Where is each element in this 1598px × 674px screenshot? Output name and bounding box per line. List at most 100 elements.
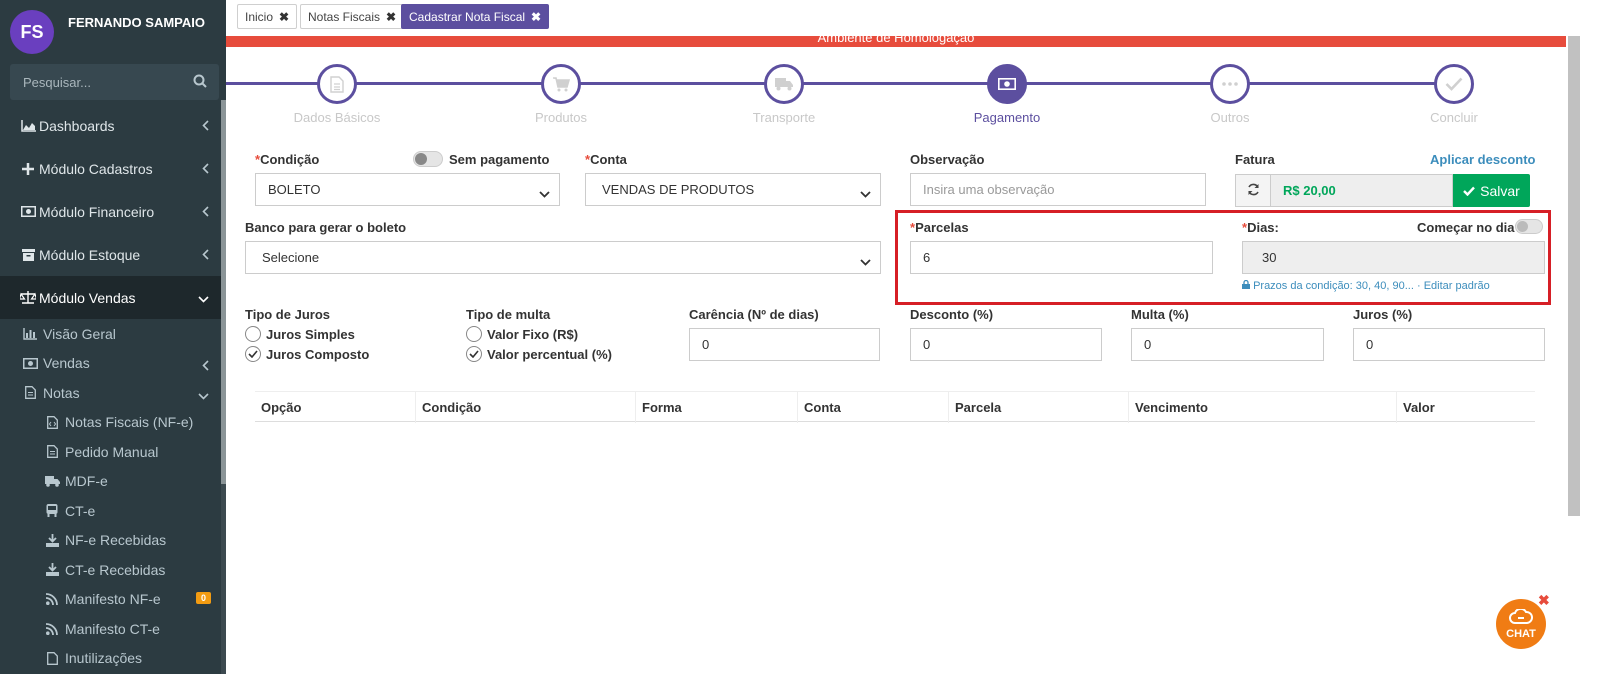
radio-valor-percentual[interactable]: Valor percentual (%) [466, 346, 612, 362]
sidebar-item-label: NF-e Recebidas [65, 532, 167, 549]
avatar[interactable]: FS [10, 10, 54, 54]
rss-icon [44, 622, 60, 635]
search-icon[interactable] [193, 74, 207, 91]
sidebar-item-manifesto-cte[interactable]: Manifesto CT-e [0, 614, 221, 644]
tab-notas-fiscais[interactable]: Notas Fiscais ✖ [300, 4, 405, 29]
page-scrollbar-thumb[interactable] [1568, 36, 1580, 516]
desconto-input[interactable]: 0 [910, 328, 1102, 361]
refresh-icon [1247, 183, 1260, 199]
step-concluir[interactable]: Concluir [1364, 64, 1544, 125]
tab-bar: Inicio ✖ Notas Fiscais ✖ Cadastrar Nota Fi… [226, 0, 1598, 36]
sidebar-item-cte[interactable]: CT-e [0, 496, 221, 526]
sidebar-item-vendas[interactable]: Módulo Vendas [0, 276, 221, 319]
step-label: Dados Básicos [293, 110, 381, 125]
column-header[interactable]: Opção [255, 392, 416, 423]
radio-juros-simples[interactable]: Juros Simples [245, 326, 355, 342]
sidebar-menu: Dashboards Módulo Cadastros Módulo Finan… [0, 104, 221, 673]
file-icon [22, 386, 38, 400]
parcelas-input[interactable]: 6 [910, 241, 1213, 274]
sidebar-item-cte-recebidas[interactable]: CT-e Recebidas [0, 555, 221, 585]
sidebar-item-cadastros[interactable]: Módulo Cadastros [0, 147, 221, 190]
sidebar-item-inutilizacoes[interactable]: Inutilizações [0, 644, 221, 674]
sidebar-item-vendas-list[interactable]: Vendas [0, 349, 221, 379]
save-button-label: Salvar [1480, 182, 1520, 199]
radio-unchecked[interactable] [245, 326, 261, 342]
carencia-input[interactable]: 0 [689, 328, 880, 361]
parcelas-label: *Parcelas [910, 220, 969, 235]
tab-cadastrar-nota-fiscal[interactable]: Cadastrar Nota Fiscal ✖ [401, 4, 550, 29]
step-pagamento[interactable]: Pagamento [917, 64, 1097, 125]
sidebar-scrollbar[interactable] [221, 100, 226, 674]
download-icon [44, 533, 60, 547]
editar-padrao-link[interactable]: Editar padrão [1424, 280, 1490, 292]
step-dados-basicos[interactable]: Dados Básicos [247, 64, 427, 125]
sidebar-item-label: Visão Geral [43, 325, 116, 342]
chevron-left-icon [202, 358, 209, 374]
step-label: Pagamento [973, 110, 1041, 125]
page-scrollbar[interactable] [1566, 36, 1598, 674]
column-header[interactable]: Vencimento [1129, 392, 1397, 423]
sidebar-item-label: Notas [43, 384, 80, 401]
column-header[interactable]: Conta [798, 392, 949, 423]
refresh-button[interactable] [1235, 174, 1271, 207]
fatura-label: Fatura [1235, 152, 1275, 167]
sidebar-item-financeiro[interactable]: Módulo Financeiro [0, 190, 221, 233]
chevron-left-icon [202, 161, 209, 177]
condicao-select[interactable]: BOLETO [255, 173, 560, 206]
tipo-multa-label: Tipo de multa [466, 307, 551, 322]
observacao-input[interactable]: Insira uma observação [910, 173, 1206, 206]
radio-unchecked[interactable] [466, 326, 482, 342]
carencia-label: Carência (Nº de dias) [689, 307, 819, 322]
file-icon [317, 64, 357, 104]
dias-input[interactable]: 30 [1242, 241, 1545, 274]
conta-select[interactable]: VENDAS DE PRODUTOS [585, 173, 881, 206]
column-header[interactable]: Condição [416, 392, 636, 423]
sidebar-item-notas-fiscais[interactable]: Notas Fiscais (NF-e) [0, 408, 221, 438]
sidebar-item-nfe-recebidas[interactable]: NF-e Recebidas [0, 526, 221, 556]
close-icon[interactable]: ✖ [1538, 592, 1550, 609]
close-icon[interactable]: ✖ [386, 10, 396, 24]
juros-input[interactable]: 0 [1353, 328, 1545, 361]
column-header[interactable]: Forma [636, 392, 798, 423]
sidebar-item-mdfe[interactable]: MDF-e [0, 467, 221, 497]
step-outros[interactable]: Outros [1140, 64, 1320, 125]
aplicar-desconto-link[interactable]: Aplicar desconto [1430, 152, 1535, 167]
column-header[interactable]: Parcela [949, 392, 1129, 423]
sidebar-item-manifesto-nfe[interactable]: Manifesto NF-e 0 [0, 585, 221, 615]
ellipsis-icon [1210, 64, 1250, 104]
observacao-label: Observação [910, 152, 985, 167]
step-transporte[interactable]: Transporte [694, 64, 874, 125]
vendas-submenu: Visão Geral Vendas Notas Notas Fiscais (… [0, 319, 221, 673]
sidebar-item-dashboards[interactable]: Dashboards [0, 104, 221, 147]
sidebar-item-notas[interactable]: Notas [0, 378, 221, 408]
radio-valor-fixo[interactable]: Valor Fixo (R$) [466, 326, 578, 342]
radio-checked-icon[interactable] [466, 346, 482, 362]
bus-icon [44, 504, 60, 518]
step-label: Transporte [752, 110, 816, 125]
radio-checked-icon[interactable] [245, 346, 261, 362]
chevron-down-icon [198, 387, 209, 403]
sidebar-item-label: Vendas [43, 355, 90, 372]
comecar-no-dia-toggle[interactable] [1515, 219, 1543, 234]
search-input[interactable] [10, 74, 185, 90]
sidebar-item-label: CT-e Recebidas [65, 561, 166, 578]
close-icon[interactable]: ✖ [279, 10, 289, 24]
sidebar-item-estoque[interactable]: Módulo Estoque [0, 233, 221, 276]
column-header[interactable]: Valor [1397, 392, 1535, 423]
desconto-label: Desconto (%) [910, 307, 994, 322]
radio-juros-composto[interactable]: Juros Composto [245, 346, 369, 362]
sem-pagamento-toggle[interactable] [413, 151, 443, 167]
step-produtos[interactable]: Produtos [471, 64, 651, 125]
sidebar-item-label: Módulo Financeiro [39, 203, 155, 220]
tab-inicio[interactable]: Inicio ✖ [237, 4, 298, 29]
juros-label: Juros (%) [1353, 307, 1413, 322]
sidebar-scrollbar-thumb[interactable] [221, 100, 226, 484]
close-icon[interactable]: ✖ [531, 10, 541, 24]
sidebar-item-visao-geral[interactable]: Visão Geral [0, 319, 221, 349]
banco-select[interactable]: Selecione [245, 241, 881, 274]
save-button[interactable]: Salvar [1453, 174, 1530, 207]
sidebar-item-pedido-manual[interactable]: Pedido Manual [0, 437, 221, 467]
multa-input[interactable]: 0 [1131, 328, 1324, 361]
sidebar-item-label: CT-e [65, 502, 96, 519]
dias-label: *Dias: [1242, 220, 1279, 235]
